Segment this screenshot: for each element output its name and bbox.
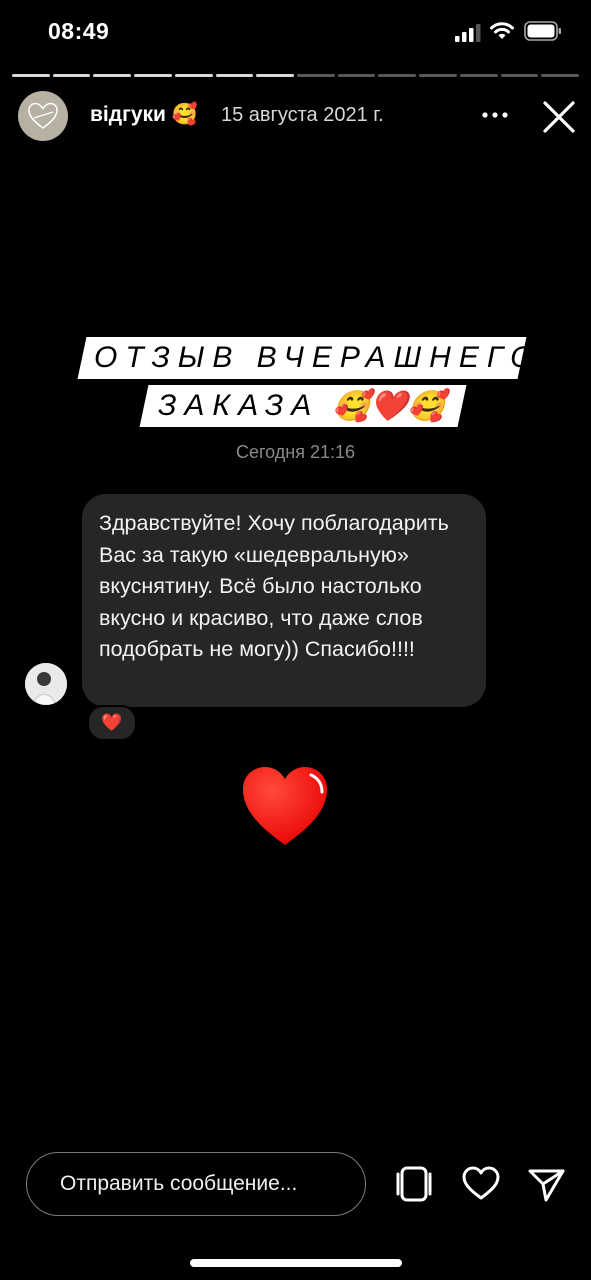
author-name[interactable]: відгуки 🥰 [90,103,198,127]
status-bar: 08:49 [0,0,591,62]
message-text: Здравствуйте! Хочу поблагодарить Вас за … [99,511,449,661]
progress-segment [52,74,91,77]
cards-icon[interactable] [394,1164,434,1204]
progress-segment [500,74,539,77]
title-line2: ЗАКАЗА [158,389,320,422]
title-emoji: 🥰❤️🥰 [333,389,446,423]
like-heart-icon[interactable] [461,1164,501,1204]
title-line1: ОТЗЫВ ВЧЕРАШНЕГО [94,341,542,374]
story-viewer[interactable]: відгуки 🥰 15 августа 2021 г. ОТЗЫВ ВЧЕРА… [0,62,591,1112]
sender-avatar [25,663,67,705]
message-reaction: ❤️ [87,705,137,741]
title-banner-line2: ЗАКАЗА 🥰❤️🥰 [139,385,467,427]
more-options-icon[interactable] [480,105,510,125]
message-bubble: Здравствуйте! Хочу поблагодарить Вас за … [82,494,486,707]
big-heart-icon [243,767,327,845]
status-time: 08:49 [48,18,110,44]
progress-segment [134,74,172,77]
send-icon[interactable] [526,1164,566,1204]
progress-segment [174,74,213,77]
message-timestamp: Сегодня 21:16 [235,442,356,462]
author-avatar[interactable] [18,91,68,141]
send-message-placeholder: Отправить сообщение... [60,1172,298,1195]
person-icon [25,663,67,705]
progress-segment [93,74,132,77]
cellular-signal-icon [455,24,481,42]
battery-icon [524,21,561,41]
progress-segment [256,74,295,77]
progress-segment [378,74,417,77]
progress-segment [12,74,50,77]
send-message-input[interactable]: Отправить сообщение... [26,1152,366,1216]
story-progress-bar [12,74,580,78]
home-indicator [190,1259,402,1267]
progress-segment [297,74,335,77]
heart-reaction-icon: ❤️ [101,713,123,732]
progress-segment [459,74,498,77]
progress-segment [337,74,376,77]
story-header: відгуки 🥰 15 августа 2021 г. [18,91,578,143]
progress-segment [419,74,457,77]
close-icon[interactable] [541,99,577,135]
title-banner-line1: ОТЗЫВ ВЧЕРАШНЕГО [77,337,541,379]
heart-logo-icon [28,102,58,129]
progress-segment [215,74,254,77]
progress-segment [541,74,580,77]
story-date: 15 августа 2021 г. [221,104,384,126]
wifi-icon [490,22,514,39]
